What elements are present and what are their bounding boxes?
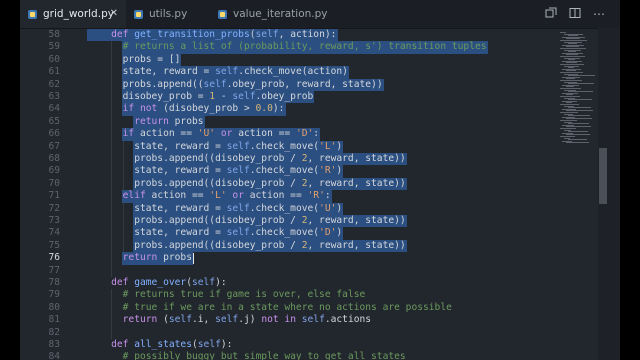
line-number: 73 xyxy=(48,215,60,226)
tab-label: grid_world.py xyxy=(43,8,114,20)
split-editor-icon[interactable] xyxy=(568,7,582,21)
code-text: return probs xyxy=(122,252,192,264)
code-text: state, reward = self.check_move(action) xyxy=(88,66,348,78)
line-number: 74 xyxy=(48,227,60,239)
code-line[interactable]: 68 probs.append((disobey_prob / 2, rewar… xyxy=(20,153,560,166)
code-text: elif action == 'L' or action == 'R': xyxy=(122,190,331,202)
line-number: 68 xyxy=(48,153,60,164)
line-number: 67 xyxy=(48,140,60,152)
code-line[interactable]: 77 xyxy=(20,265,560,277)
code-line[interactable]: 76 return probs xyxy=(20,252,560,265)
tab-bar: grid_world.py ✕ utils.py value_iteration… xyxy=(20,0,620,29)
code-line[interactable]: 67 state, reward = self.check_move('L') xyxy=(20,140,560,153)
line-number: 66 xyxy=(48,128,60,140)
code-text: def all_states(self): xyxy=(111,339,233,350)
minimap-line xyxy=(566,142,589,144)
code-line[interactable]: 75 probs.append((disobey_prob / 2, rewar… xyxy=(20,239,560,253)
tab-grid-world[interactable]: grid_world.py ✕ xyxy=(20,0,126,28)
code-text: state, reward = self.check_move('R') xyxy=(88,165,343,177)
text-cursor xyxy=(193,253,195,265)
code-editor[interactable]: 58 def get_transition_probs(self, action… xyxy=(20,28,620,360)
code-line[interactable]: 63 disobey_prob = 1 - self.obey_prob xyxy=(20,91,560,104)
code-text: probs.append((disobey_prob / 2, reward, … xyxy=(88,239,406,251)
code-text: def get_transition_probs(self, action): xyxy=(111,29,337,40)
python-file-icon xyxy=(134,9,143,19)
code-line[interactable]: 58 def get_transition_probs(self, action… xyxy=(20,29,560,42)
code-line[interactable]: 78 def game_over(self): xyxy=(20,277,560,289)
code-text: if not (disobey_prob > 0.0): xyxy=(122,103,285,115)
code-text: probs.append((disobey_prob / 2, reward, … xyxy=(88,215,406,226)
line-number: 83 xyxy=(48,339,60,350)
code-line[interactable]: 62 probs.append((self.obey_prob, reward,… xyxy=(20,78,560,91)
more-icon[interactable]: ⋯ xyxy=(592,7,606,21)
line-number: 70 xyxy=(48,177,60,189)
code-line[interactable]: 83 def all_states(self): xyxy=(20,339,560,351)
line-number: 75 xyxy=(48,239,60,251)
code-text: probs = [] xyxy=(88,53,181,65)
line-number: 71 xyxy=(48,190,60,202)
code-line[interactable]: 64 if not (disobey_prob > 0.0): xyxy=(20,103,560,116)
line-number: 79 xyxy=(48,289,60,301)
minimap[interactable] xyxy=(558,28,598,148)
line-number: 84 xyxy=(48,351,60,360)
code-line[interactable]: 84 # possibly buggy but simple way to ge… xyxy=(20,351,560,360)
line-number: 63 xyxy=(48,91,60,102)
code-line[interactable]: 71 elif action == 'L' or action == 'R': xyxy=(20,190,560,203)
code-text: state, reward = self.check_move('U') xyxy=(88,202,343,214)
line-number: 76 xyxy=(48,252,60,264)
tab-label: utils.py xyxy=(149,8,188,20)
code-text: # possibly buggy but simple way to get a… xyxy=(122,351,406,360)
code-text: probs.append((disobey_prob / 2, reward, … xyxy=(88,177,406,189)
tab-utils[interactable]: utils.py xyxy=(126,0,216,28)
line-number: 59 xyxy=(48,41,60,53)
code-line[interactable]: 61 state, reward = self.check_move(actio… xyxy=(20,66,560,79)
code-line[interactable]: 66 if action == 'U' or action == 'D': xyxy=(20,128,560,141)
python-file-icon xyxy=(218,9,227,19)
editor-window: grid_world.py ✕ utils.py value_iteration… xyxy=(20,0,620,360)
split-diff-icon[interactable] xyxy=(544,7,558,21)
code-text: return (self.i, self.j) not in self.acti… xyxy=(122,314,372,326)
line-number: 69 xyxy=(48,165,60,177)
line-number: 77 xyxy=(48,264,60,276)
line-number: 58 xyxy=(48,29,60,40)
code-line[interactable]: 73 probs.append((disobey_prob / 2, rewar… xyxy=(20,215,560,228)
python-file-icon xyxy=(28,9,37,19)
code-text: # true if we are in a state where no act… xyxy=(122,301,452,313)
line-number: 61 xyxy=(48,66,60,78)
code-line[interactable]: 79 # returns true if game is over, else … xyxy=(20,289,560,301)
code-text: # returns true if game is over, else fal… xyxy=(122,289,366,301)
code-line[interactable]: 72 state, reward = self.check_move('U') xyxy=(20,202,560,215)
scrollbar-thumb[interactable] xyxy=(599,148,607,204)
code-line[interactable]: 60 probs = [] xyxy=(20,53,560,67)
code-text: # returns a list of (probability, reward… xyxy=(122,41,487,53)
code-line[interactable]: 74 state, reward = self.check_move('D') xyxy=(20,227,560,240)
code-line[interactable]: 80 # true if we are in a state where no … xyxy=(20,302,560,314)
code-text: return probs xyxy=(134,115,204,127)
code-line[interactable]: 70 probs.append((disobey_prob / 2, rewar… xyxy=(20,177,560,191)
code-text: if action == 'U' or action == 'D': xyxy=(122,128,320,140)
line-number: 82 xyxy=(48,326,60,338)
line-number: 78 xyxy=(48,277,60,288)
code-line[interactable]: 81 return (self.i, self.j) not in self.a… xyxy=(20,314,560,326)
line-number: 81 xyxy=(48,314,60,326)
code-text: probs.append((disobey_prob / 2, reward, … xyxy=(88,153,406,164)
line-number: 62 xyxy=(48,78,60,90)
code-text: state, reward = self.check_move('L') xyxy=(88,140,343,152)
code-line[interactable]: 59 # returns a list of (probability, rew… xyxy=(20,41,560,54)
line-number: 65 xyxy=(48,115,60,127)
code-text: disobey_prob = 1 - self.obey_prob xyxy=(88,91,314,102)
line-number: 60 xyxy=(48,53,60,65)
code-text: probs.append((self.obey_prob, reward, st… xyxy=(88,78,383,90)
tab-label: value_iteration.py xyxy=(233,8,328,20)
line-number: 64 xyxy=(48,103,60,115)
code-text: state, reward = self.check_move('D') xyxy=(88,227,343,239)
line-number: 72 xyxy=(48,202,60,214)
code-line[interactable]: 69 state, reward = self.check_move('R') xyxy=(20,165,560,178)
line-number: 80 xyxy=(48,301,60,313)
code-line[interactable]: 82 xyxy=(20,327,560,339)
code-text: def game_over(self): xyxy=(111,277,227,288)
close-icon[interactable]: ✕ xyxy=(110,8,118,20)
code-line[interactable]: 65 return probs xyxy=(20,115,560,129)
tab-value-iteration[interactable]: value_iteration.py xyxy=(210,0,340,28)
